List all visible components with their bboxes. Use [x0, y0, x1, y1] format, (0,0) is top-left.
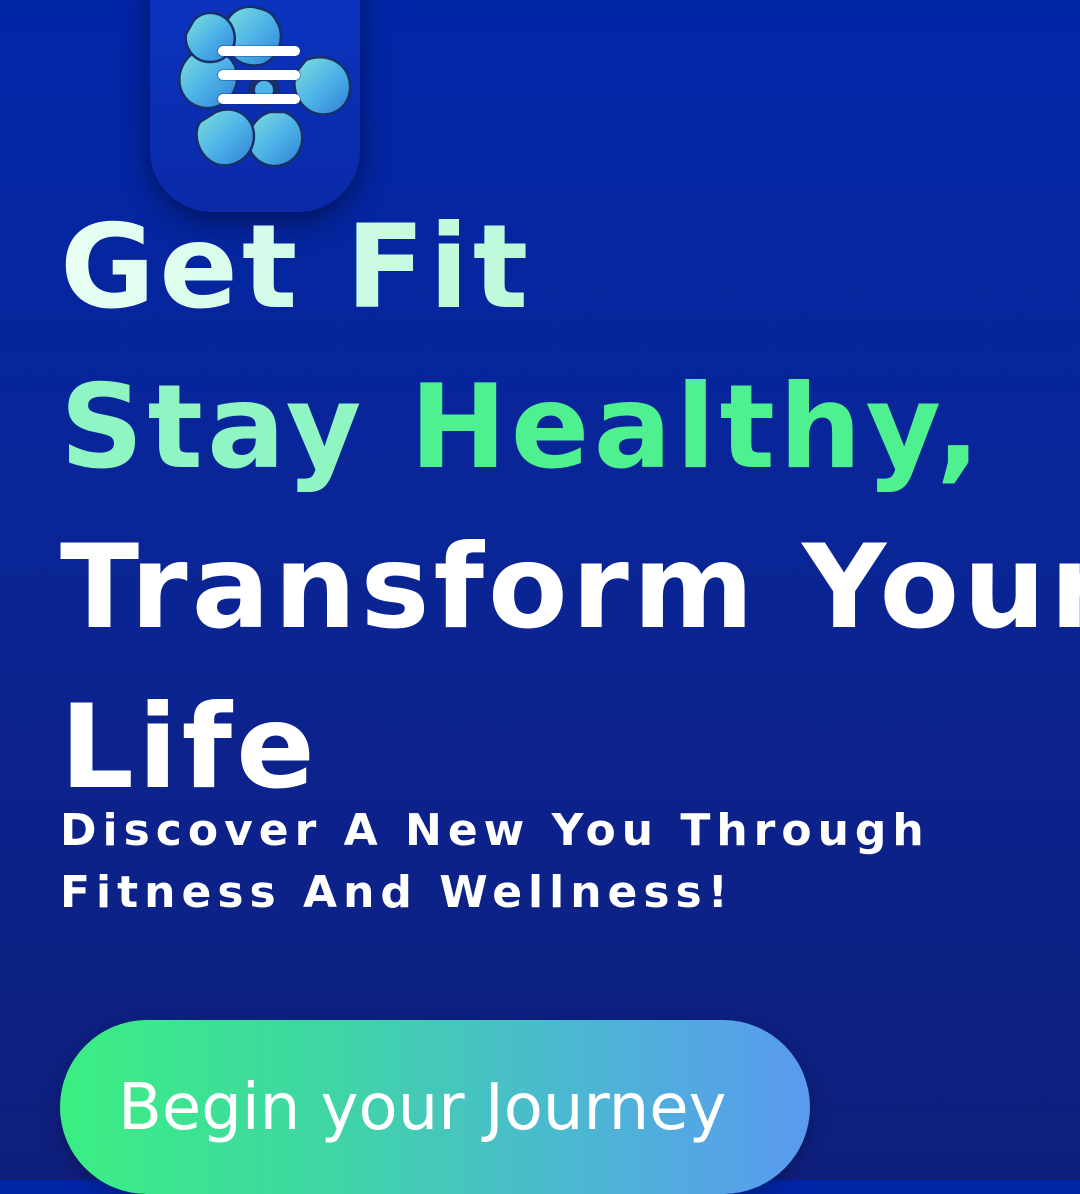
hamburger-line [218, 46, 300, 56]
hamburger-line [218, 70, 300, 80]
headline-line-1: Get Fit [60, 188, 1080, 348]
hero-headline: Get Fit Stay Healthy, Transform Your Lif… [60, 188, 1080, 828]
hamburger-icon[interactable] [218, 46, 300, 110]
hamburger-line [218, 94, 300, 104]
begin-journey-button[interactable]: Begin your Journey [60, 1020, 810, 1194]
headline-line-2: Stay Healthy, [60, 348, 1080, 508]
headline-stay: Stay [60, 360, 410, 495]
begin-journey-label: Begin your Journey [118, 1071, 727, 1145]
headline-healthy: Healthy, [409, 360, 985, 495]
hero-subtitle: Discover A New You Through Fitness And W… [60, 805, 930, 918]
headline-line-3: Transform Your [60, 520, 1080, 655]
